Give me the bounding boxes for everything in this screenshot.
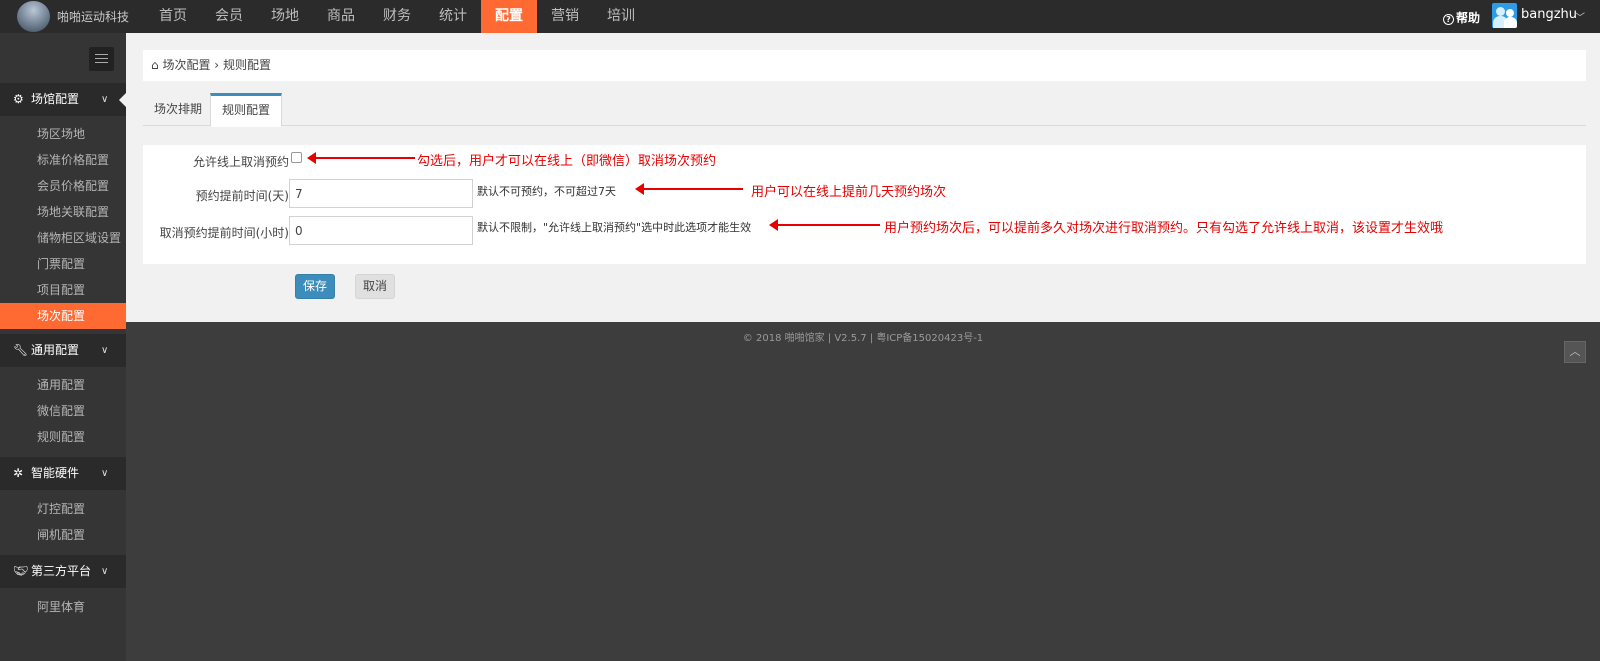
annotation-advance-days: 用户可以在线上提前几天预约场次 (751, 185, 947, 200)
wrench-icon: 🔧︎ (13, 343, 29, 357)
sidebar-item-zone-court[interactable]: 场区场地 (0, 121, 126, 147)
active-notch (119, 93, 126, 107)
advance-days-label: 预约提前时间(天) (195, 189, 289, 203)
top-bar: 啪啪运动科技 首页 会员 场地 商品 财务 统计 配置 营销 培训 ? 帮助 ba… (0, 0, 1600, 33)
section-label: 智能硬件 (31, 466, 80, 480)
sidebar-item-gate[interactable]: 闸机配置 (0, 522, 126, 548)
tab-session-schedule[interactable]: 场次排期 (143, 93, 213, 126)
breadcrumb: ⌂ 场次配置 › 规则配置 (143, 50, 1586, 81)
sidebar-section-general-config[interactable]: 🔧︎ 通用配置 ∨ (0, 334, 126, 367)
sidebar: ⚙ 场馆配置 ∨ 场区场地 标准价格配置 会员价格配置 场地关联配置 储物柜区域… (0, 33, 126, 661)
nav-goods[interactable]: 商品 (313, 0, 369, 33)
section-label: 场馆配置 (31, 92, 80, 106)
section-label: 通用配置 (31, 343, 80, 357)
gears-icon: ⚙ (13, 92, 24, 106)
sidebar-item-general[interactable]: 通用配置 (0, 372, 126, 398)
sidebar-item-session-config[interactable]: 场次配置 (0, 303, 126, 329)
brand-name: 啪啪运动科技 (57, 10, 130, 24)
sidebar-section-third-party[interactable]: 🤝︎ 第三方平台 ∨ (0, 555, 126, 588)
nav-stats[interactable]: 统计 (425, 0, 481, 33)
home-icon[interactable]: ⌂ (151, 58, 159, 72)
sidebar-item-member-price[interactable]: 会员价格配置 (0, 173, 126, 199)
help-label: 帮助 (1456, 11, 1481, 25)
main-content: ⌂ 场次配置 › 规则配置 场次排期 规则配置 允许线上取消预约 预约提前时间(… (126, 33, 1600, 322)
chevron-down-icon: ∨ (101, 566, 109, 577)
sidebar-item-locker-area[interactable]: 储物柜区域设置 (0, 225, 126, 251)
advance-days-hint: 默认不可预约，不可超过7天 (477, 185, 616, 198)
back-to-top-button[interactable]: ︿ (1564, 341, 1586, 363)
nav-home[interactable]: 首页 (145, 0, 201, 33)
cancel-hours-label: 取消预约提前时间(小时) (159, 226, 289, 240)
username[interactable]: bangzhu (1521, 7, 1577, 22)
nav-finance[interactable]: 财务 (369, 0, 425, 33)
sidebar-item-wechat[interactable]: 微信配置 (0, 398, 126, 424)
sidebar-item-standard-price[interactable]: 标准价格配置 (0, 147, 126, 173)
cancel-hours-input[interactable] (289, 216, 473, 245)
breadcrumb-parent[interactable]: 场次配置 (162, 58, 210, 72)
sidebar-section-venue-config[interactable]: ⚙ 场馆配置 ∨ (0, 83, 126, 116)
avatar[interactable] (1492, 3, 1517, 28)
help-link[interactable]: ? 帮助 (1443, 9, 1480, 26)
chevron-up-icon: ︿ (1569, 345, 1581, 358)
cog-icon: ✲ (13, 466, 24, 480)
advance-days-input[interactable] (289, 179, 473, 208)
sidebar-section-smart-hardware[interactable]: ✲ 智能硬件 ∨ (0, 457, 126, 490)
nav-config[interactable]: 配置 (481, 0, 537, 33)
menu-toggle-button[interactable] (89, 47, 114, 71)
top-nav: 首页 会员 场地 商品 财务 统计 配置 营销 培训 (145, 0, 649, 33)
nav-venue[interactable]: 场地 (257, 0, 313, 33)
handshake-icon: 🤝︎ (13, 564, 29, 578)
nav-training[interactable]: 培训 (593, 0, 649, 33)
footer-copyright: © 2018 啪啪馆家 | V2.5.7 | 粤ICP备15020423号-1 (742, 333, 984, 344)
sidebar-item-court-link[interactable]: 场地关联配置 (0, 199, 126, 225)
cancel-hours-hint: 默认不限制，"允许线上取消预约"选中时此选项才能生效 (477, 221, 752, 234)
chevron-down-icon: ∨ (101, 345, 109, 356)
tab-bar: 场次排期 规则配置 (143, 93, 1586, 127)
question-icon: ? (1443, 14, 1454, 25)
nav-marketing[interactable]: 营销 (537, 0, 593, 33)
breadcrumb-current: 规则配置 (222, 58, 271, 72)
allow-cancel-checkbox[interactable] (291, 152, 302, 163)
annotation-allow-cancel: 勾选后，用户才可以在线上（即微信）取消场次预约 (417, 154, 717, 169)
logo-icon[interactable] (17, 1, 50, 32)
sidebar-item-rules[interactable]: 规则配置 (0, 424, 126, 450)
nav-members[interactable]: 会员 (201, 0, 257, 33)
chevron-down-icon: ∨ (101, 94, 109, 105)
annotation-arrow (769, 219, 880, 231)
allow-cancel-label: 允许线上取消预约 (192, 155, 289, 169)
sidebar-item-ticket[interactable]: 门票配置 (0, 251, 126, 277)
sidebar-item-light-control[interactable]: 灯控配置 (0, 496, 126, 522)
cancel-button[interactable]: 取消 (355, 274, 395, 299)
sidebar-item-ali-sports[interactable]: 阿里体育 (0, 594, 126, 620)
rule-form: 允许线上取消预约 预约提前时间(天) 默认不可预约，不可超过7天 取消预约提前时… (143, 145, 1586, 264)
annotation-cancel-hours: 用户预约场次后，可以提前多久对场次进行取消预约。只有勾选了允许线上取消，该设置才… (884, 221, 1444, 236)
annotation-arrow (635, 183, 743, 195)
chevron-down-icon: ∨ (101, 468, 109, 479)
save-button[interactable]: 保存 (295, 274, 335, 299)
chevron-down-icon[interactable]: ﹀ (1575, 9, 1585, 24)
breadcrumb-separator: › (214, 58, 220, 72)
section-label: 第三方平台 (31, 564, 92, 578)
sidebar-item-project[interactable]: 项目配置 (0, 277, 126, 303)
tab-rule-config[interactable]: 规则配置 (210, 93, 283, 127)
annotation-arrow (307, 152, 415, 164)
